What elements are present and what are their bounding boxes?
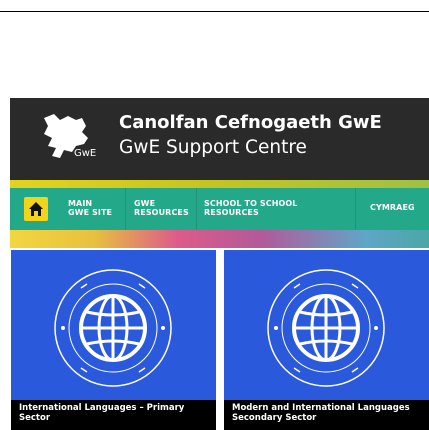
card-caption: Modern and International Languages Secon… (224, 400, 429, 430)
card-title-line1: Modern and International Languages (232, 403, 410, 413)
card-title-line2: Secondary Sector (232, 413, 317, 423)
top-divider (0, 0, 429, 12)
card-secondary-sector[interactable]: Modern and International Languages Secon… (224, 250, 429, 430)
site-title-english: GwE Support Centre (119, 137, 307, 158)
nav-item-line2: RESOURCES (134, 208, 189, 217)
nav-separator (196, 188, 197, 230)
global-futures-badge (264, 266, 388, 390)
card-title-line1: International Languages – Primary (19, 403, 185, 413)
nav-item-line1: SCHOOL TO SCHOOL (204, 199, 298, 208)
nav-item-line2: GWE SITE (68, 208, 113, 217)
card-primary-sector[interactable]: International Languages – Primary Sector (11, 250, 216, 430)
main-navigation: MAIN GWE SITE GWE RESOURCES SCHOOL TO SC… (10, 188, 429, 230)
card-title-line2: Sector (19, 413, 51, 423)
nav-item-gwe-resources[interactable]: GWE RESOURCES (134, 199, 189, 217)
globe-icon (54, 269, 172, 387)
card-title[interactable]: International Languages – Primary Sector (19, 403, 214, 423)
nav-item-line1: MAIN (68, 199, 93, 208)
globe-icon (267, 269, 385, 387)
nav-home-button[interactable] (24, 197, 48, 221)
nav-item-main-gwe-site[interactable]: MAIN GWE SITE (68, 199, 112, 217)
card-title[interactable]: Modern and International Languages Secon… (232, 403, 427, 423)
nav-separator (125, 188, 126, 230)
nav-separator (355, 188, 356, 230)
nav-item-line1: CYMRAEG (370, 203, 415, 212)
site-title-welsh: Canolfan Cefnogaeth GwE (119, 112, 382, 133)
global-futures-badge (51, 266, 175, 390)
nav-accent-stripe (10, 180, 429, 188)
nav-item-line2: RESOURCES (204, 208, 259, 217)
nav-item-cymraeg[interactable]: CYMRAEG (370, 203, 415, 212)
nav-item-line1: GWE (134, 199, 156, 208)
nav-item-school-to-school[interactable]: SCHOOL TO SCHOOL RESOURCES (204, 199, 297, 217)
decorative-colour-stripe (10, 230, 429, 248)
card-caption: International Languages – Primary Sector (11, 400, 216, 430)
home-icon (29, 202, 43, 216)
site-header: GwE Canolfan Cefnogaeth GwE GwE Support … (10, 98, 429, 180)
logo-wordmark: GwE (74, 148, 97, 159)
